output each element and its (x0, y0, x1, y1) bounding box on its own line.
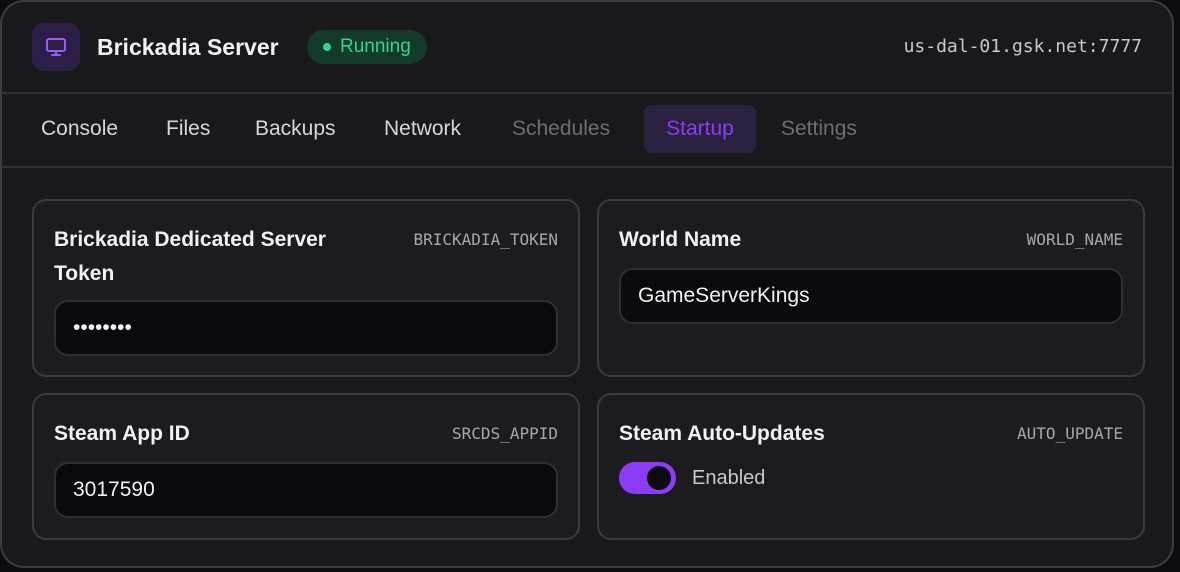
tab-settings[interactable]: Settings (764, 105, 874, 153)
variable-key: SRCDS_APPID (452, 424, 558, 443)
server-panel: Brickadia Server Running us-dal-01.gsk.n… (0, 0, 1174, 568)
monitor-icon (32, 23, 80, 71)
variable-card-app-id: Steam App ID SRCDS_APPID (32, 393, 580, 540)
app-id-input[interactable] (54, 462, 558, 518)
server-header: Brickadia Server Running us-dal-01.gsk.n… (2, 2, 1172, 94)
server-address: us-dal-01.gsk.net:7777 (903, 36, 1142, 57)
tab-console[interactable]: Console (24, 105, 135, 153)
variable-key: WORLD_NAME (1026, 230, 1123, 249)
tab-schedules[interactable]: Schedules (495, 105, 627, 153)
variable-key: BRICKADIA_TOKEN (413, 230, 559, 249)
variable-label: Brickadia Dedicated Server Token (54, 228, 326, 285)
server-title: Brickadia Server (97, 34, 279, 60)
tab-network[interactable]: Network (367, 105, 478, 153)
tab-files[interactable]: Files (149, 105, 227, 153)
variable-label: Steam App ID (54, 422, 190, 445)
variable-card-auto-update: Steam Auto-Updates AUTO_UPDATE Enabled (597, 393, 1145, 540)
token-input[interactable] (54, 300, 558, 356)
tab-startup[interactable]: Startup (644, 105, 756, 153)
status-dot-icon (323, 43, 331, 51)
tab-bar: Console Files Backups Network Schedules … (2, 92, 1172, 168)
world-name-input[interactable] (619, 268, 1123, 324)
toggle-knob (647, 466, 671, 490)
tab-backups[interactable]: Backups (238, 105, 353, 153)
variable-label: World Name (619, 228, 742, 251)
variable-card-token: Brickadia Dedicated Server Token BRICKAD… (32, 199, 580, 377)
variable-card-world-name: World Name WORLD_NAME (597, 199, 1145, 377)
toggle-label: Enabled (692, 467, 766, 489)
status-label: Running (340, 36, 411, 57)
auto-update-toggle[interactable] (619, 462, 676, 494)
variable-key: AUTO_UPDATE (1017, 424, 1123, 443)
variable-label: Steam Auto-Updates (619, 422, 825, 445)
status-badge: Running (307, 30, 427, 64)
